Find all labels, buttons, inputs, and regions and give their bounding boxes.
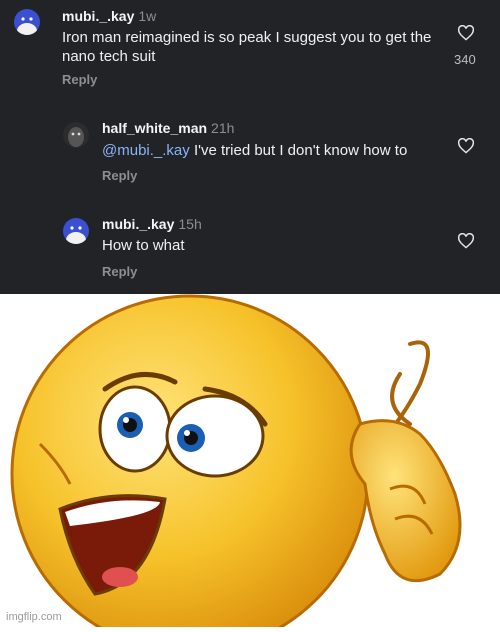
reply-button[interactable]: Reply: [102, 168, 137, 183]
heart-icon[interactable]: [457, 25, 475, 41]
pointing-hand: [349, 419, 462, 583]
comment-text: Iron man reimagined is so peak I suggest…: [62, 29, 432, 65]
comment-username[interactable]: half_white_man 21h: [102, 120, 234, 136]
avatar[interactable]: [63, 122, 89, 148]
comment-time: 21h: [211, 120, 235, 136]
confused-emoji-image: [0, 294, 500, 632]
comment-text: @mubi._.kay I've tried but I don't know …: [102, 142, 408, 159]
watermark: imgflip.com: [6, 611, 62, 623]
comment-time: 1w: [138, 8, 157, 24]
avatar[interactable]: [63, 218, 89, 244]
reply-button[interactable]: Reply: [62, 72, 97, 87]
comment-time: 15h: [178, 216, 202, 232]
like-count: 340: [454, 52, 476, 67]
comment-thread: mubi._.kay 1w Iron man reimagined is so p…: [0, 0, 500, 294]
comment-username[interactable]: mubi._.kay 15h: [102, 216, 202, 232]
heart-icon[interactable]: [457, 233, 475, 249]
reply-button[interactable]: Reply: [102, 264, 137, 279]
heart-icon[interactable]: [457, 138, 475, 154]
avatar[interactable]: [14, 9, 40, 35]
comment-username[interactable]: mubi._.kay 1w: [62, 8, 156, 24]
comment-text: How to what: [102, 237, 185, 254]
mention-link[interactable]: @mubi._.kay: [102, 142, 190, 159]
